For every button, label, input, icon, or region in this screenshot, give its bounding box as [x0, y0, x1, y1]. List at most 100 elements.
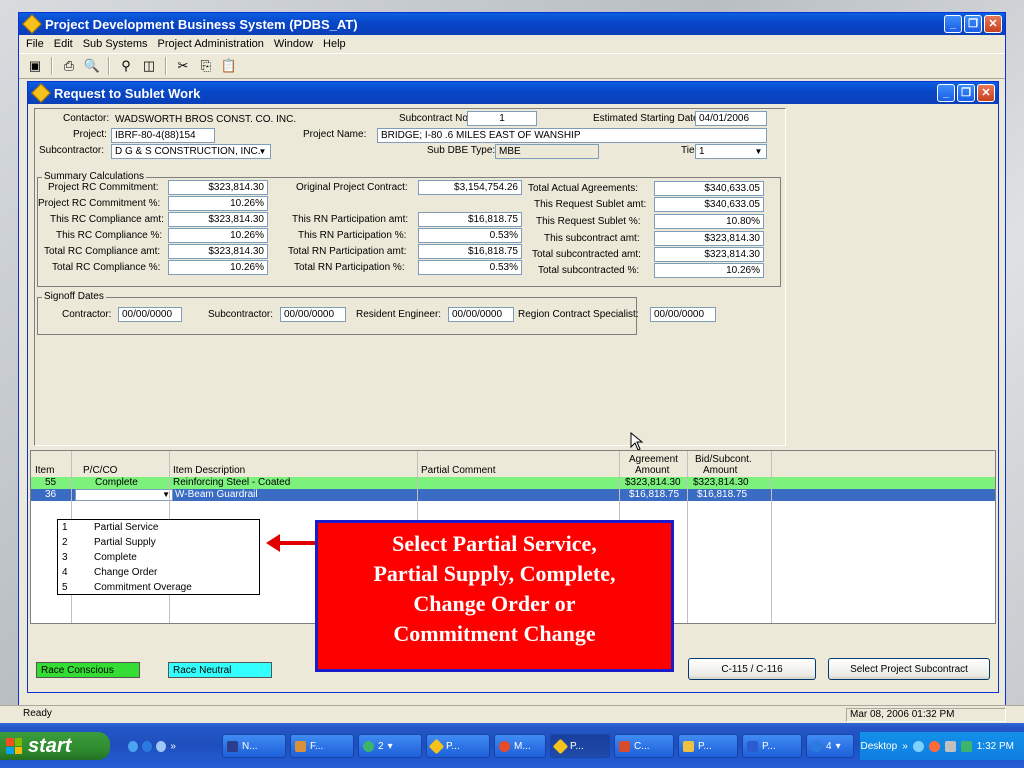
toolbar: ▣ ⎙ 🔍 ⚲ ◫ ✂ ⎘ 📋 — [19, 53, 1005, 79]
summary-value[interactable]: $323,814.30 — [168, 212, 268, 227]
signoff-region-field[interactable]: 00/00/0000 — [650, 307, 716, 322]
menu-edit[interactable]: Edit — [49, 38, 78, 50]
taskbar-button[interactable]: 4 ▾ — [806, 734, 854, 758]
summary-label: Total RC Compliance %: — [52, 262, 161, 273]
clock[interactable]: 1:32 PM — [977, 741, 1014, 752]
chevron-down-icon[interactable]: ▼ — [752, 146, 765, 157]
dialog-title-bar[interactable]: Request to Sublet Work _ ❐ ✕ — [28, 82, 998, 104]
signoff-contractor-field[interactable]: 00/00/0000 — [118, 307, 182, 322]
tray-icon[interactable] — [912, 740, 924, 752]
dropdown-option[interactable]: 1 Partial Service — [58, 520, 259, 535]
dropdown-option[interactable]: 5 Commitment Overage — [58, 580, 259, 595]
subcontractor-select[interactable]: D G & S CONSTRUCTION, INC. ▼ — [111, 144, 271, 159]
search-icon[interactable] — [156, 740, 167, 752]
quicklaunch-more-icon[interactable]: » — [170, 741, 176, 752]
dropdown-option[interactable]: 2 Partial Supply — [58, 535, 259, 550]
dropdown-option[interactable]: 4 Change Order — [58, 565, 259, 580]
col-bid-header-2: Amount — [703, 465, 738, 476]
summary-value[interactable]: $340,633.05 — [654, 181, 764, 196]
summary-value[interactable]: $16,818.75 — [418, 212, 522, 227]
summary-value[interactable]: $16,818.75 — [418, 244, 522, 259]
project-field[interactable]: IBRF-80-4(88)154 — [111, 128, 215, 143]
c115-button[interactable]: C-115 / C-116 — [688, 658, 816, 680]
print-preview-icon[interactable]: 🔍 — [82, 56, 102, 76]
minimize-button[interactable]: _ — [944, 15, 962, 33]
taskbar-button[interactable]: P... — [678, 734, 738, 758]
desktop-toolbar-label[interactable]: Desktop — [861, 741, 898, 752]
find-icon[interactable]: ⚲ — [116, 56, 136, 76]
save-icon[interactable]: ▣ — [25, 56, 45, 76]
taskbar-button[interactable]: N... — [222, 734, 286, 758]
dialog-minimize-button[interactable]: _ — [937, 84, 955, 102]
summary-value[interactable]: 10.26% — [168, 260, 268, 275]
taskbar-button[interactable]: 2 ▾ — [358, 734, 422, 758]
tray-expand-icon[interactable]: » — [902, 741, 908, 752]
col-bid-header: Bid/Subcont. — [695, 454, 752, 465]
menu-file[interactable]: File — [21, 38, 49, 50]
browser-icon[interactable] — [142, 740, 153, 752]
select-project-subcontract-button[interactable]: Select Project Subcontract — [828, 658, 990, 680]
cell-desc: W-Beam Guardrail — [175, 489, 258, 500]
taskbar-button-active[interactable]: P... — [550, 734, 610, 758]
dropdown-option[interactable]: 3 Complete — [58, 550, 259, 565]
menu-window[interactable]: Window — [269, 38, 318, 50]
grid-header: Item P/C/CO Item Description Partial Com… — [31, 451, 995, 477]
window-icon[interactable]: ◫ — [139, 56, 159, 76]
table-row[interactable]: 55 Complete Reinforcing Steel - Coated $… — [31, 477, 995, 489]
task-label: N... — [242, 740, 258, 752]
status-text: Ready — [23, 708, 52, 719]
taskbar-button[interactable]: M... — [494, 734, 546, 758]
tray-icon[interactable] — [944, 740, 956, 752]
menu-sub-systems[interactable]: Sub Systems — [78, 38, 153, 50]
menu-project-administration[interactable]: Project Administration — [153, 38, 269, 50]
tier-select[interactable]: 1 ▼ — [695, 144, 767, 159]
pcco-combo[interactable]: ▼ — [75, 489, 173, 501]
cell-agreement: $16,818.75 — [629, 489, 680, 500]
start-button[interactable]: start — [0, 732, 110, 760]
summary-value[interactable]: 0.53% — [418, 228, 522, 243]
chevron-down-icon[interactable]: ▼ — [256, 146, 269, 157]
summary-value[interactable]: $323,814.30 — [168, 180, 268, 195]
maximize-button[interactable]: ❐ — [964, 15, 982, 33]
menu-help[interactable]: Help — [318, 38, 351, 50]
cut-icon[interactable]: ✂ — [173, 56, 193, 76]
taskbar-button[interactable]: C... — [614, 734, 674, 758]
paste-icon[interactable]: 📋 — [219, 56, 239, 76]
taskbar-button[interactable]: P... — [426, 734, 490, 758]
summary-value[interactable]: 0.53% — [418, 260, 522, 275]
summary-value[interactable]: 10.26% — [654, 263, 764, 278]
summary-value[interactable]: $323,814.30 — [654, 247, 764, 262]
est-start-field[interactable]: 04/01/2006 — [695, 111, 767, 126]
summary-value[interactable]: $340,633.05 — [654, 197, 764, 212]
taskbar-button[interactable]: P... — [742, 734, 802, 758]
project-name-field[interactable]: BRIDGE; I-80 .6 MILES EAST OF WANSHIP — [377, 128, 767, 143]
browser-icon — [811, 740, 822, 752]
tray-icon[interactable] — [928, 740, 940, 752]
main-title-bar[interactable]: Project Development Business System (PDB… — [19, 13, 1005, 35]
close-button[interactable]: ✕ — [984, 15, 1002, 33]
col-desc-header: Item Description — [173, 465, 246, 476]
copy-icon[interactable]: ⎘ — [196, 56, 216, 76]
summary-label: This RC Compliance %: — [56, 230, 163, 241]
col-agreement-header: Agreement — [629, 454, 678, 465]
option-number: 3 — [62, 552, 68, 563]
subcontract-no-field[interactable]: 1 — [467, 111, 537, 126]
dialog-close-button[interactable]: ✕ — [977, 84, 995, 102]
summary-value[interactable]: $323,814.30 — [168, 244, 268, 259]
dialog-maximize-button[interactable]: ❐ — [957, 84, 975, 102]
signoff-subcontractor-field[interactable]: 00/00/0000 — [280, 307, 346, 322]
subcontractor-label: Subcontractor: — [39, 145, 105, 156]
summary-value[interactable]: $323,814.30 — [654, 231, 764, 246]
taskbar-button[interactable]: F... — [290, 734, 354, 758]
summary-value[interactable]: 10.26% — [168, 196, 268, 211]
summary-value[interactable]: 10.26% — [168, 228, 268, 243]
print-icon[interactable]: ⎙ — [59, 56, 79, 76]
network-icon[interactable] — [960, 740, 972, 752]
subcontract-no-label: Subcontract No: — [399, 113, 471, 124]
summary-value[interactable]: $3,154,754.26 — [418, 180, 522, 195]
cell-item: 55 — [45, 477, 57, 488]
media-icon[interactable] — [128, 740, 139, 752]
signoff-resident-field[interactable]: 00/00/0000 — [448, 307, 514, 322]
table-row[interactable]: 36 ▼ W-Beam Guardrail $16,818.75 $16,818… — [31, 489, 995, 501]
summary-value[interactable]: 10.80% — [654, 214, 764, 229]
